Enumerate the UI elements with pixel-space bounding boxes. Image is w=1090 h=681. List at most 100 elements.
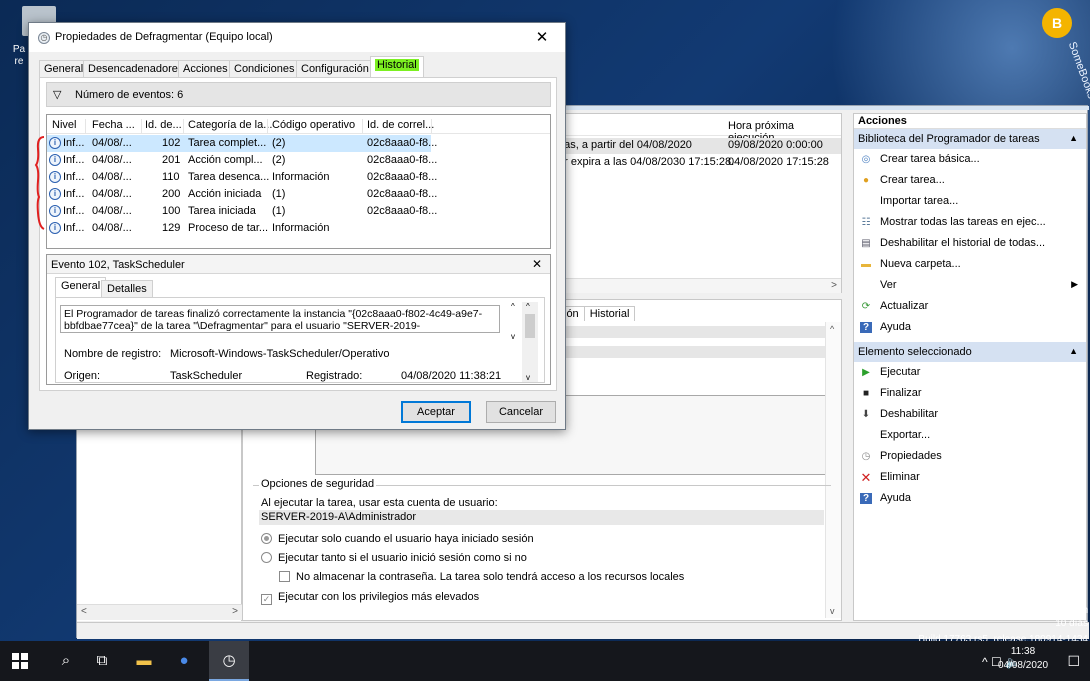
column-separator[interactable] [141,119,142,134]
filter-icon[interactable]: ▽ [53,88,61,101]
event-id: 200 [162,188,181,200]
notification-icon[interactable]: ☐ [1067,653,1080,670]
radio-selected-icon[interactable] [261,533,272,544]
action-label: Ver [880,279,897,291]
column-separator[interactable] [362,119,363,134]
action-import-task[interactable]: Importar tarea... [854,191,1086,212]
tab-event-general[interactable]: General [55,277,107,297]
checkbox-highest-privileges[interactable]: ✓ Ejecutar con los privilegios más elevad… [261,591,479,605]
action-delete[interactable]: ✕ Eliminar [854,467,1086,488]
col-opcode[interactable]: Código operativo [272,119,355,131]
action-disable[interactable]: ⬇ Deshabilitar [854,404,1086,425]
scroll-left-icon[interactable]: < [81,606,87,617]
action-create-basic-task[interactable]: ◎ Crear tarea básica... [854,149,1086,170]
task-row[interactable]: has, a partir del 04/08/2020 09/08/2020 … [558,138,841,154]
action-create-task[interactable]: ● Crear tarea... [854,170,1086,191]
radio-icon[interactable] [261,552,272,563]
checkbox-icon[interactable] [279,571,290,582]
actions-section-library[interactable]: Biblioteca del Programador de tareas ▲ [854,129,1086,149]
scroll-up-icon[interactable]: ^ [830,324,834,334]
action-end[interactable]: ■ Finalizar [854,383,1086,404]
event-correlation: 02c8aaa0-f8... [367,188,438,200]
column-separator[interactable] [85,119,86,134]
description-scrollbar[interactable]: ^ v [508,302,522,378]
ok-button[interactable]: Aceptar [401,401,471,423]
scroll-thumb[interactable] [525,314,535,338]
action-properties[interactable]: ◷ Propiedades [854,446,1086,467]
tab-history[interactable]: Historial [583,306,636,321]
action-label: Crear tarea básica... [880,153,980,165]
action-disable-history[interactable]: ▤ Deshabilitar el historial de todas... [854,233,1086,254]
collapse-icon[interactable]: ▲ [1069,133,1078,143]
collapse-icon[interactable]: ▲ [1069,346,1078,356]
clock-icon: ◷ [38,32,50,44]
file-explorer-icon[interactable]: ▬ [134,651,154,671]
tab-history[interactable]: Historial [370,56,424,77]
action-run[interactable]: ▶ Ejecutar [854,362,1086,383]
action-refresh[interactable]: ⟳ Actualizar [854,296,1086,317]
action-label: Deshabilitar el historial de todas... [880,237,1046,249]
col-correlation[interactable]: Id. de correl... [367,119,434,131]
checkbox-checked-icon[interactable]: ✓ [261,594,272,605]
action-export[interactable]: Exportar... [854,425,1086,446]
dialog-titlebar[interactable]: ◷ Propiedades de Defragmentar (Equipo lo… [29,23,565,52]
action-help[interactable]: ? Ayuda [854,317,1086,338]
search-icon[interactable]: ⌕ [56,651,76,671]
task-list[interactable]: Hora próxima ejecución has, a partir del… [557,113,842,293]
task-list-hscrollbar[interactable]: > [558,278,841,293]
scroll-up-icon[interactable]: ^ [526,302,530,311]
event-row[interactable]: i Inf... 04/08/... 200 Acción iniciada (… [47,186,437,203]
actions-section-selected[interactable]: Elemento seleccionado ▲ [854,342,1086,362]
scroll-down-icon[interactable]: v [511,332,515,341]
tab-conditions[interactable]: Condiciones [229,60,300,77]
col-date[interactable]: Fecha ... [92,119,135,131]
radio-label: Ejecutar solo cuando el usuario haya ini… [278,533,534,545]
event-body-scrollbar[interactable]: ^ v [522,302,538,382]
event-row[interactable]: i Inf... 04/08/... 129 Proceso de tar...… [47,220,431,237]
event-row[interactable]: i Inf... 04/08/... 201 Acción compl... (… [47,152,437,169]
events-grid[interactable]: Nivel Fecha ... Id. de... Categoría de l… [34,114,551,249]
tab-triggers[interactable]: Desencadenadores [83,60,189,77]
tab-general[interactable]: General [39,60,89,77]
action-new-folder[interactable]: ▬ Nueva carpeta... [854,254,1086,275]
cancel-button[interactable]: Cancelar [486,401,556,423]
tab-event-details[interactable]: Detalles [101,280,153,297]
event-level: Inf... [63,188,85,200]
tree-hscrollbar[interactable]: < > [77,604,242,620]
col-level[interactable]: Nivel [52,119,76,131]
radio-logged-on-or-not[interactable]: Ejecutar tanto si el usuario inició sesi… [261,552,527,564]
scroll-right-icon[interactable]: > [831,280,837,291]
col-category[interactable]: Categoría de la... [188,119,272,131]
event-row[interactable]: i Inf... 04/08/... 100 Tarea iniciada (1… [47,203,437,220]
action-view[interactable]: Ver ▶ [854,275,1086,296]
action-help-selected[interactable]: ? Ayuda [854,488,1086,509]
scroll-down-icon[interactable]: v [526,373,530,382]
server-manager-icon[interactable]: ● [174,651,194,671]
scroll-up-icon[interactable]: ^ [511,302,515,311]
column-separator[interactable] [431,119,432,134]
event-description[interactable]: El Programador de tareas finalizó correc… [60,305,500,333]
task-row[interactable]: or expira a las 04/08/2030 17:15:28. 04/… [558,155,841,171]
info-icon: i [49,205,61,217]
column-separator[interactable] [183,119,184,134]
action-show-running[interactable]: ☷ Mostrar todas las tareas en ejec... [854,212,1086,233]
events-filter-bar[interactable]: ▽ Número de eventos: 6 [46,82,551,107]
action-label: Importar tarea... [880,195,959,207]
event-row[interactable]: i Inf... 04/08/... 110 Tarea desenca... … [47,169,437,186]
close-icon[interactable]: ✕ [532,257,542,271]
event-id: 129 [162,222,181,234]
event-row[interactable]: i Inf... 04/08/... 102 Tarea complet... … [47,135,437,152]
column-separator[interactable] [267,119,268,134]
task-scheduler-icon[interactable]: ◷ [219,651,239,671]
radio-logged-on-only[interactable]: Ejecutar solo cuando el usuario haya ini… [261,533,534,545]
start-button-icon[interactable] [12,653,28,669]
close-icon[interactable]: ✕ [519,23,565,52]
col-id[interactable]: Id. de... [145,119,182,131]
event-category: Tarea desenca... [188,171,270,183]
checkbox-no-store-password[interactable]: No almacenar la contraseña. La tarea sol… [279,571,684,583]
tab-settings[interactable]: Configuración [296,60,374,77]
task-view-icon[interactable]: ⧉ [92,651,112,671]
scroll-right-icon[interactable]: > [232,606,238,617]
clock[interactable]: 11:38 04/08/2020 [996,645,1050,673]
tab-actions[interactable]: Acciones [178,60,233,77]
